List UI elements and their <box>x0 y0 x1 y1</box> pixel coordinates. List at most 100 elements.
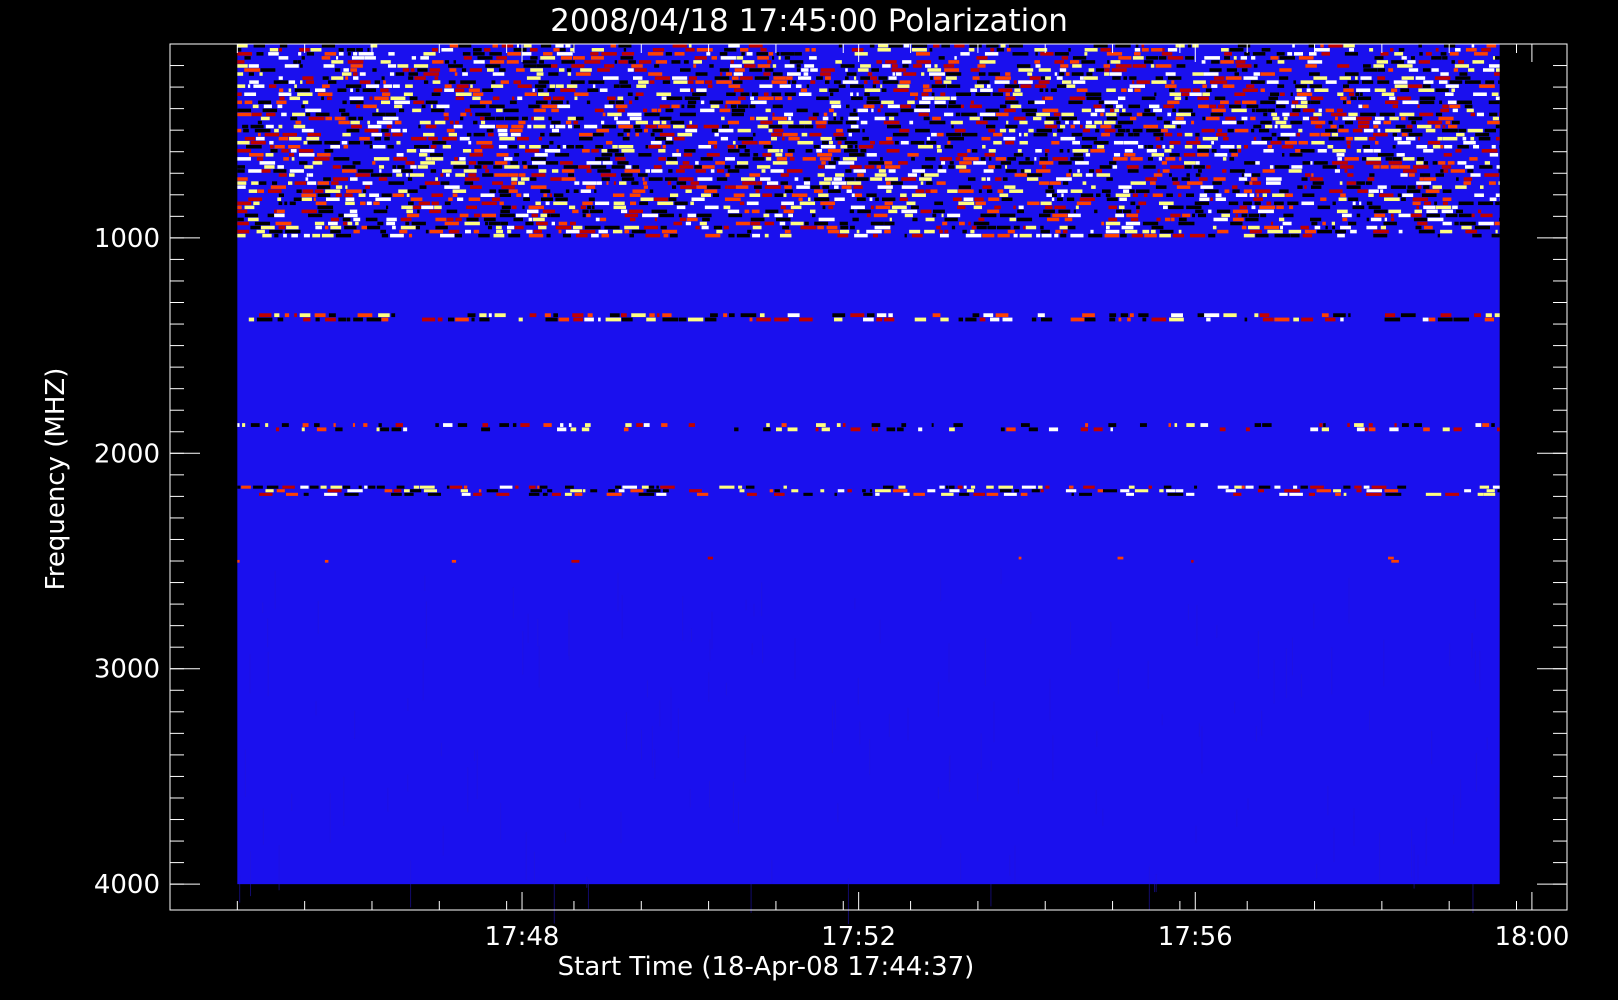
band-cell <box>249 80 259 84</box>
band-cell <box>237 92 242 97</box>
band-cell <box>1417 221 1428 226</box>
band-cell <box>465 229 471 234</box>
band-cell <box>1072 80 1086 84</box>
band-cell <box>1456 132 1465 137</box>
band-texture <box>440 742 442 757</box>
band-cell <box>664 177 678 181</box>
band-cell <box>510 161 519 165</box>
band-cell <box>404 489 410 493</box>
band-cell <box>449 485 463 489</box>
band-cell <box>1474 193 1484 197</box>
band-cell <box>582 149 590 153</box>
band-cell <box>1363 128 1374 133</box>
band-cell <box>1125 229 1138 234</box>
band-cell <box>1244 161 1256 165</box>
band-cell <box>902 60 912 64</box>
band-cell <box>443 112 449 117</box>
band-cell <box>1276 205 1284 210</box>
band-cell <box>622 136 630 141</box>
band-cell <box>435 177 439 181</box>
band-texture <box>1291 637 1293 676</box>
band-cell <box>719 52 728 56</box>
band-cell <box>492 96 500 101</box>
band-cell <box>413 485 420 489</box>
band-cell <box>857 108 869 113</box>
band-cell <box>1268 96 1279 101</box>
band-cell <box>658 149 666 153</box>
band-cell <box>498 189 509 193</box>
band-cell <box>920 181 924 185</box>
band-cell <box>411 136 427 141</box>
band-cell <box>392 169 402 173</box>
band-cell <box>704 189 718 193</box>
band-cell <box>545 161 559 165</box>
band-cell <box>888 116 895 121</box>
band-cell <box>591 149 599 153</box>
band-cell <box>978 217 985 222</box>
band-cell <box>1080 124 1083 129</box>
band-cell <box>710 169 715 173</box>
band-cell <box>277 197 282 202</box>
band-cell <box>855 193 862 197</box>
band-cell <box>1093 104 1102 109</box>
band-cell <box>940 92 946 97</box>
band-texture <box>407 774 409 792</box>
band-texture <box>1236 809 1238 827</box>
band-cell <box>815 120 827 125</box>
band-cell <box>547 88 555 92</box>
band-cell <box>1251 205 1256 210</box>
band-texture <box>568 609 570 656</box>
band-cell <box>608 489 616 493</box>
band-cell <box>1260 213 1267 218</box>
band-cell <box>376 120 393 125</box>
band-cell <box>771 136 777 141</box>
band-cell <box>1161 128 1168 133</box>
y-tick-label: 4000 <box>94 870 160 900</box>
band-cell <box>1222 169 1227 173</box>
band-cell <box>780 205 786 210</box>
band-cell <box>788 116 792 121</box>
band-cell <box>442 136 457 141</box>
band-cell <box>1269 165 1274 169</box>
band-cell <box>527 124 532 129</box>
band-cell <box>731 76 739 80</box>
band-cell <box>683 60 689 64</box>
band-cell <box>256 52 264 56</box>
band-cell <box>937 149 942 153</box>
band-cell <box>1069 96 1086 101</box>
band-cell <box>703 124 719 129</box>
band-cell <box>391 427 402 432</box>
band-cell <box>772 56 775 60</box>
band-cell <box>751 92 759 97</box>
band-cell <box>1451 120 1460 125</box>
band-cell <box>353 52 358 56</box>
band-cell <box>1184 132 1193 137</box>
band-cell <box>601 153 613 157</box>
band-texture <box>1369 710 1371 730</box>
band-cell <box>842 157 858 161</box>
band-cell <box>1223 136 1229 141</box>
band-cell <box>888 76 897 80</box>
band-cell <box>1274 485 1281 489</box>
band-cell <box>1104 100 1118 105</box>
band-cell <box>839 221 848 226</box>
band-cell <box>629 193 641 197</box>
band-cell <box>495 116 505 121</box>
band-cell <box>1219 427 1226 432</box>
band-cell <box>1251 128 1255 133</box>
band-cell <box>1442 104 1449 109</box>
band-cell <box>1442 56 1448 60</box>
band-cell <box>530 489 543 493</box>
band-cell <box>1177 132 1183 137</box>
band-cell <box>274 144 285 149</box>
band-cell <box>1058 161 1072 165</box>
band-cell <box>1148 485 1152 489</box>
band-texture <box>1273 659 1275 704</box>
band-cell <box>1346 185 1361 189</box>
band-cell <box>679 68 691 72</box>
band-cell <box>737 104 749 109</box>
band-cell <box>613 181 616 185</box>
band-cell <box>290 149 297 153</box>
band-cell <box>735 221 750 226</box>
band-cell <box>615 485 622 489</box>
